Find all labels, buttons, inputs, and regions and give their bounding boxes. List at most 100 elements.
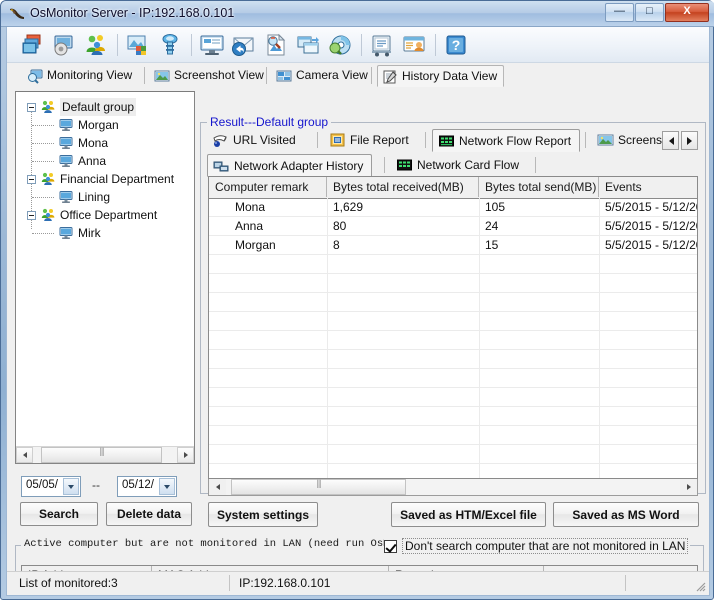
tab-history-data-view[interactable]: History Data View	[377, 65, 505, 87]
search-button[interactable]: Search	[20, 502, 98, 526]
save-html-excel-button[interactable]: Saved as HTM/Excel file	[391, 502, 546, 527]
table-row[interactable]	[209, 388, 697, 407]
report-tab-strip-primary: URL Visited File Report Network Flow Rep…	[207, 129, 698, 153]
tab-network-flow-report[interactable]: Network Flow Report	[432, 129, 581, 152]
monitor-search-icon	[28, 69, 43, 84]
table-row[interactable]: Anna 80 24 5/5/2015 - 5/12/2015	[209, 217, 697, 236]
dont-search-checkbox-row[interactable]: Don't search computer that are not monit…	[384, 538, 691, 554]
chevron-down-icon[interactable]	[63, 478, 79, 495]
tree-branch-line	[32, 233, 54, 235]
toolbar-button-device-truck[interactable]	[369, 32, 395, 58]
cell-events: 5/5/2015 - 5/12/2015	[605, 219, 697, 233]
cell-bytes-received: 80	[333, 219, 347, 233]
toolbar-button-windows-stack[interactable]	[19, 32, 45, 58]
group-users-icon	[41, 208, 55, 221]
toolbar-button-disc-search[interactable]	[327, 32, 353, 58]
report-tab-strip-secondary: Network Adapter History Network Card Flo…	[207, 154, 687, 178]
dont-search-checkbox[interactable]	[384, 539, 397, 553]
scroll-thumb[interactable]	[41, 446, 162, 463]
toolbar-separator	[435, 34, 436, 56]
column-header-events[interactable]: Events	[599, 177, 697, 197]
table-row[interactable]	[209, 350, 697, 369]
tab-label: Monitoring View	[47, 68, 133, 82]
cell-events: 5/5/2015 - 5/12/2015	[605, 238, 697, 252]
tab-scroll-left-button[interactable]	[662, 131, 679, 150]
tree-expander-financial-department[interactable]	[27, 175, 36, 184]
tab-screenshot-view[interactable]: Screenshot View	[150, 65, 270, 87]
table-row[interactable]	[209, 331, 697, 350]
system-settings-button[interactable]: System settings	[208, 502, 318, 527]
toolbar-button-user-card[interactable]	[401, 32, 427, 58]
toolbar-button-image-blocks[interactable]	[125, 32, 151, 58]
toolbar-button-mail-reply[interactable]	[231, 32, 257, 58]
tab-label: Screenshot View	[174, 68, 264, 82]
table-row[interactable]	[209, 312, 697, 331]
date-to-picker[interactable]: 05/12/	[117, 476, 177, 497]
toolbar-button-help[interactable]: ?	[443, 32, 469, 58]
chevron-down-icon[interactable]	[159, 478, 175, 495]
dont-search-checkbox-label: Don't search computer that are not monit…	[402, 538, 689, 554]
table-row[interactable]	[209, 426, 697, 445]
toolbar-button-key[interactable]	[157, 32, 183, 58]
tab-label: Network Adapter History	[234, 159, 364, 173]
toolbar-button-document-search[interactable]	[263, 32, 289, 58]
view-tab-bar: Monitoring View Screenshot View Camera V…	[7, 63, 709, 88]
tree-node-label: Anna	[78, 154, 107, 168]
table-header-row: Computer remark Bytes total received(MB)…	[209, 177, 697, 199]
column-header-bytes-received[interactable]: Bytes total received(MB)	[327, 177, 479, 197]
computer-tree-panel: Default group Morgan Mona Anna Financial…	[15, 91, 195, 464]
tab-camera-view[interactable]: Camera View	[272, 65, 374, 87]
computer-icon	[59, 191, 73, 203]
tree-node-label: Morgan	[78, 118, 119, 132]
table-horizontal-scrollbar[interactable]	[208, 478, 698, 496]
tab-monitoring-view[interactable]: Monitoring View	[23, 65, 138, 87]
table-row[interactable]	[209, 293, 697, 312]
save-ms-word-button[interactable]: Saved as MS Word	[553, 502, 699, 527]
close-button[interactable]: X	[665, 3, 709, 22]
column-header-computer-remark[interactable]: Computer remark	[209, 177, 327, 197]
tab-divider	[535, 157, 536, 173]
scroll-right-button[interactable]	[680, 479, 697, 495]
group-users-icon	[41, 100, 55, 113]
computer-tree[interactable]: Default group Morgan Mona Anna Financial…	[16, 92, 194, 446]
table-row[interactable]	[209, 274, 697, 293]
date-from-picker[interactable]: 05/05/	[21, 476, 81, 497]
table-row[interactable]	[209, 255, 697, 274]
status-divider	[229, 575, 230, 591]
tree-horizontal-scrollbar[interactable]	[16, 446, 194, 463]
status-bar: List of monitored:3 IP:192.168.0.101	[7, 571, 709, 595]
table-row[interactable]	[209, 407, 697, 426]
table-row[interactable]: Mona 1,629 105 5/5/2015 - 5/12/2015	[209, 198, 697, 217]
delete-data-button[interactable]: Delete data	[106, 502, 192, 526]
maximize-button[interactable]: □	[635, 3, 664, 22]
unmonitored-lan-group-title: Active computer but are not monitored in…	[21, 538, 389, 550]
tab-file-report[interactable]: File Report	[324, 129, 417, 152]
tab-url-visited[interactable]: URL Visited	[207, 129, 304, 152]
scroll-thumb[interactable]	[231, 478, 406, 495]
tree-expander-default-group[interactable]	[27, 103, 36, 112]
tab-network-adapter-history[interactable]: Network Adapter History	[207, 154, 373, 177]
tab-network-card-flow[interactable]: Network Card Flow	[391, 154, 527, 177]
network-card-icon	[397, 159, 412, 171]
svg-text:?: ?	[452, 37, 461, 53]
column-header-bytes-send[interactable]: Bytes total send(MB)	[479, 177, 599, 197]
scroll-left-button[interactable]	[209, 479, 226, 495]
toolbar-button-remote-desktop[interactable]	[199, 32, 225, 58]
table-row[interactable]	[209, 369, 697, 388]
table-row[interactable]: Morgan 8 15 5/5/2015 - 5/12/2015	[209, 236, 697, 255]
status-server-ip: IP:192.168.0.101	[239, 576, 331, 590]
table-row[interactable]	[209, 445, 697, 464]
network-flow-table[interactable]: Computer remark Bytes total received(MB)…	[208, 176, 698, 479]
scroll-left-button[interactable]	[16, 447, 33, 463]
toolbar-button-group-users[interactable]	[83, 32, 109, 58]
minimize-button[interactable]: —	[605, 3, 634, 22]
tab-scroll-right-button[interactable]	[681, 131, 698, 150]
image-blocks-icon	[127, 35, 146, 55]
computer-icon	[59, 227, 73, 239]
toolbar-button-windows-switch[interactable]	[295, 32, 321, 58]
scroll-right-button[interactable]	[177, 447, 194, 463]
toolbar-button-screen-settings[interactable]	[51, 32, 77, 58]
date-from-value: 05/05/	[26, 479, 58, 491]
tree-expander-office-department[interactable]	[27, 211, 36, 220]
resize-grip-icon[interactable]	[693, 579, 706, 592]
